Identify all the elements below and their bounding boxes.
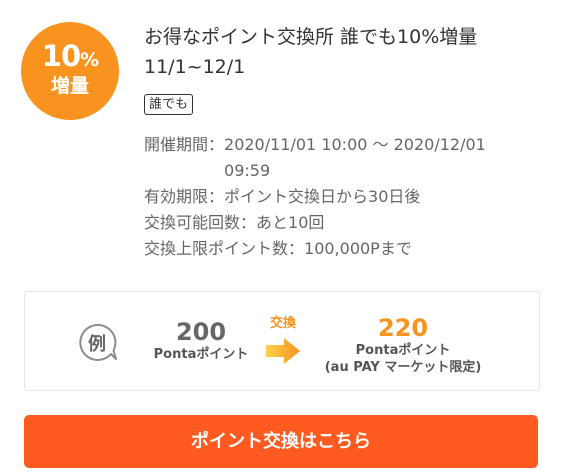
campaign-title: お得なポイント交換所 誰でも10%増量 11/1~12/1: [144, 26, 478, 78]
example-speech-bubble-icon: 例: [79, 323, 117, 361]
svg-text:例: 例: [88, 333, 106, 355]
period-value: 2020/11/01 10:00 〜 2020/12/01 09:59: [224, 135, 486, 180]
validity-value: ポイント交換日から30日後: [224, 187, 421, 206]
arrow-right-icon: [266, 338, 300, 364]
exchange-points-button[interactable]: ポイント交換はこちら: [24, 415, 538, 468]
exchange-count-label: 交換可能回数：: [144, 213, 257, 232]
period-row: 開催期間： 2020/11/01 10:00 〜 2020/12/01 09:5…: [144, 132, 549, 184]
exchange-count-value: あと10回: [256, 213, 325, 232]
eligibility-tag: 誰でも: [144, 94, 194, 115]
exchange-limit-label: 交換上限ポイント数：: [144, 239, 305, 258]
exchange-count-row: 交換可能回数： あと10回: [144, 210, 549, 236]
bonus-badge: 10% 増量: [21, 22, 119, 120]
period-label: 開催期間：: [144, 135, 225, 154]
from-points: 200 Pontaポイント: [137, 318, 265, 364]
campaign-details: 開催期間： 2020/11/01 10:00 〜 2020/12/01 09:5…: [144, 132, 549, 262]
from-amount: 200: [175, 318, 227, 346]
validity-row: 有効期限： ポイント交換日から30日後: [144, 184, 549, 210]
validity-label: 有効期限：: [144, 187, 225, 206]
exchange-limit-row: 交換上限ポイント数： 100,000Pまで: [144, 236, 549, 262]
bonus-percent: 10%: [41, 39, 99, 73]
to-unit: Pontaポイント: [355, 343, 451, 358]
to-points: 220 Pontaポイント (au PAY マーケット限定): [307, 314, 499, 376]
to-amount: 220: [377, 314, 429, 342]
exchange-example: 例 200 Pontaポイント 交換 220 Pontaポイント (au PAY…: [24, 291, 540, 391]
from-unit: Pontaポイント: [153, 347, 249, 362]
exchange-arrow: 交換: [261, 316, 305, 364]
exchange-arrow-label: 交換: [269, 316, 296, 331]
exchange-limit-value: 100,000Pまで: [304, 239, 412, 258]
bonus-label: 増量: [50, 75, 89, 97]
to-note: (au PAY マーケット限定): [324, 360, 482, 375]
